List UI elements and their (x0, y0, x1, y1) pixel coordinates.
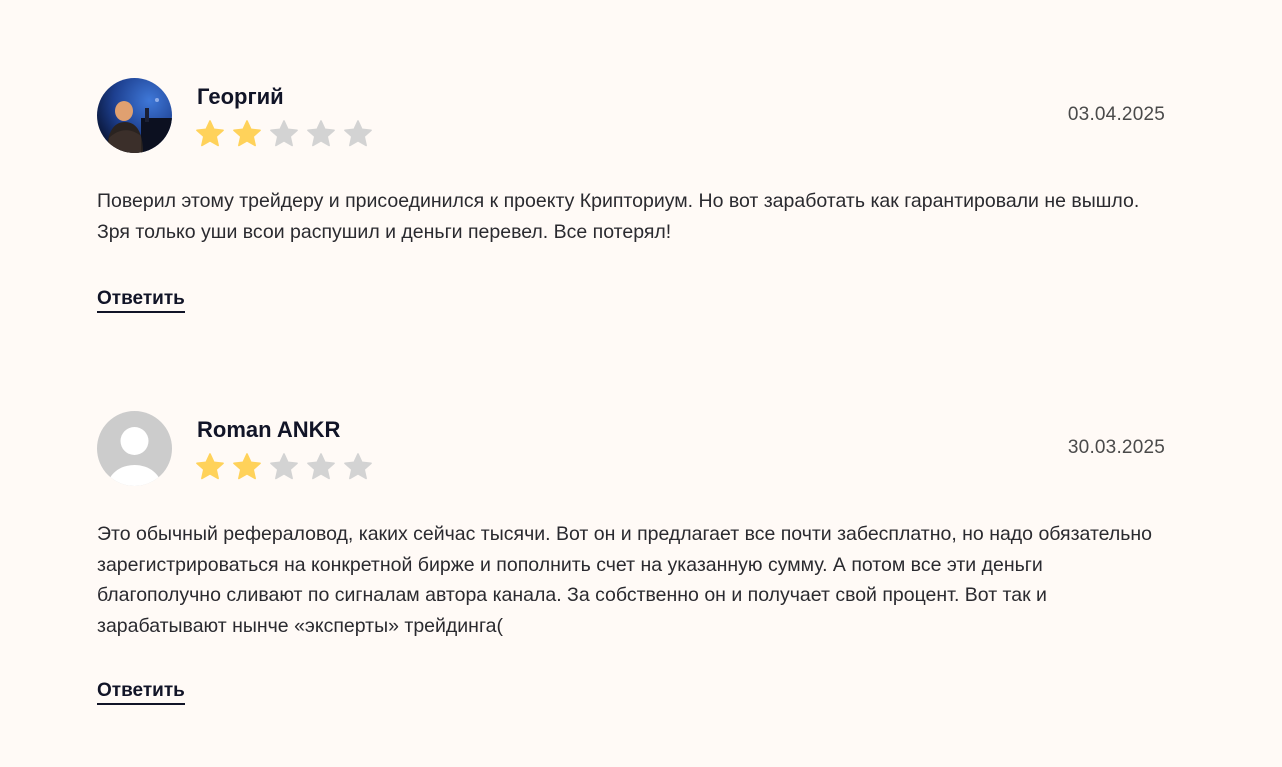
star-filled-icon (233, 120, 261, 147)
star-filled-icon (196, 453, 224, 480)
reply-link[interactable]: Ответить (97, 680, 185, 705)
review-text: Поверил этому трейдеру и присоединился к… (97, 190, 1140, 243)
star-filled-icon (233, 453, 261, 480)
star-empty-icon (307, 120, 335, 147)
star-empty-icon (307, 453, 335, 480)
user-photo-icon (97, 78, 172, 153)
review-date: 30.03.2025 (1067, 437, 1165, 458)
rating-stars (194, 118, 374, 150)
star-filled-icon (196, 120, 224, 147)
reviews-list: Георгий 03.04.2025 Поверил этому трейдер… (0, 0, 1282, 767)
review-text: Это обычный рефераловод, каких сейчас ты… (97, 523, 1153, 637)
author-name: Roman ANKR (197, 417, 341, 442)
avatar (97, 78, 172, 153)
star-empty-icon (270, 453, 298, 480)
author-name: Георгий (197, 84, 284, 109)
avatar (97, 411, 172, 486)
reply-link[interactable]: Ответить (97, 288, 185, 313)
rating-stars (194, 451, 374, 483)
review-date: 03.04.2025 (1067, 104, 1165, 125)
star-empty-icon (270, 120, 298, 147)
star-empty-icon (344, 120, 372, 147)
star-empty-icon (344, 453, 372, 480)
default-user-icon (97, 411, 172, 486)
